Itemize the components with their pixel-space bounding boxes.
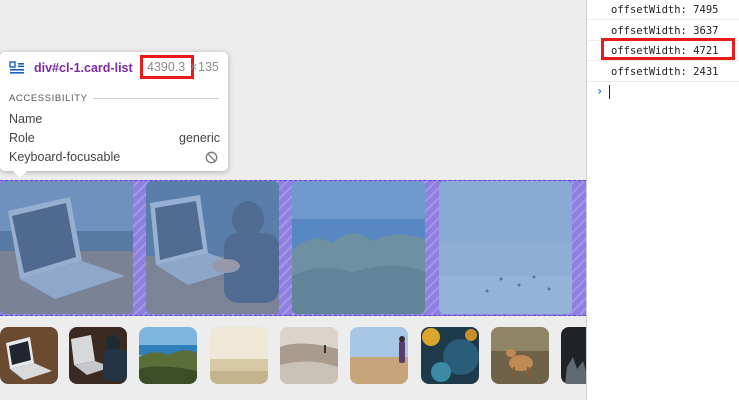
element-height: 135 xyxy=(198,60,219,74)
console-panel[interactable]: offsetWidth: 7495 offsetWidth: 3637 offs… xyxy=(586,0,739,400)
row-value: generic xyxy=(179,131,220,145)
console-input[interactable] xyxy=(609,85,610,99)
row-label: Keyboard-focusable xyxy=(9,150,121,164)
element-selector: div#cl-1.card-list xyxy=(34,61,133,75)
row-label: Name xyxy=(9,112,43,126)
laptop-thumb[interactable] xyxy=(0,327,58,384)
person-on-beach-thumb[interactable] xyxy=(350,327,408,384)
section-divider xyxy=(93,98,219,99)
console-prompt-icon: › xyxy=(596,84,604,98)
blocked-icon xyxy=(205,151,218,164)
dimension-separator: × xyxy=(190,60,198,74)
row-label: Role xyxy=(9,131,35,145)
coastal-plants-card[interactable] xyxy=(292,181,425,314)
thumbnail-strip xyxy=(0,327,586,385)
foggy-beach-card[interactable] xyxy=(439,181,572,314)
card-list-highlight[interactable] xyxy=(0,180,586,316)
accessibility-focusable-row: Keyboard-focusable xyxy=(9,150,220,167)
tooltip-pointer xyxy=(12,170,28,178)
tooltip-header: div#cl-1.card-list xyxy=(9,59,133,77)
log-text: offsetWidth: 2431 xyxy=(611,66,719,78)
log-highlight-box xyxy=(601,38,735,60)
log-text: offsetWidth: 3637 xyxy=(611,25,719,37)
accessibility-role-row: Role generic xyxy=(9,131,220,148)
inspected-page: div#cl-1.card-list 4390.3 × 135 ACCESSIB… xyxy=(0,0,586,400)
coast-thumb[interactable] xyxy=(139,327,197,384)
laptop-on-table-card[interactable] xyxy=(0,181,133,314)
beach-walker-thumb[interactable] xyxy=(280,327,338,384)
inspect-tooltip: div#cl-1.card-list 4390.3 × 135 ACCESSIB… xyxy=(0,52,228,171)
devtools-screenshot: div#cl-1.card-list 4390.3 × 135 ACCESSIB… xyxy=(0,0,739,400)
console-log-line: offsetWidth: 2431 xyxy=(587,62,739,82)
moss-closeup-thumb[interactable] xyxy=(421,327,479,384)
deer-thumb[interactable] xyxy=(491,327,549,384)
console-log-line: offsetWidth: 7495 xyxy=(587,0,739,20)
person-typing-laptop-card[interactable] xyxy=(146,181,279,314)
dark-thumb[interactable] xyxy=(561,327,586,384)
sandy-sky-thumb[interactable] xyxy=(210,327,268,384)
grid-layout-icon xyxy=(9,61,24,74)
accessibility-name-row: Name xyxy=(9,112,220,129)
element-width: 4390.3 xyxy=(147,60,186,74)
typing-thumb[interactable] xyxy=(69,327,127,384)
accessibility-section-title: ACCESSIBILITY xyxy=(9,93,88,104)
log-text: offsetWidth: 7495 xyxy=(611,4,719,16)
